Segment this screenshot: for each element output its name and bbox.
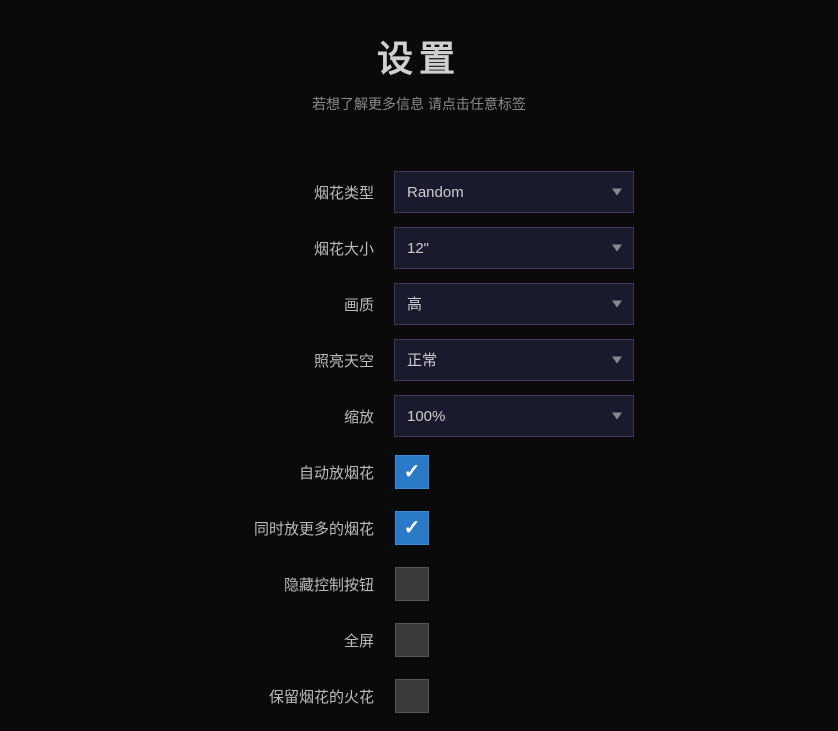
launch-more-checked-indicator bbox=[395, 511, 429, 545]
zoom-select[interactable]: 50% 75% 100% 125% 150% bbox=[394, 395, 634, 437]
firework-size-wrapper: 8" 10" 12" 14" 16" bbox=[394, 227, 634, 269]
hide-controls-control bbox=[394, 556, 644, 612]
zoom-label: 缩放 bbox=[194, 388, 394, 444]
firework-size-select[interactable]: 8" 10" 12" 14" 16" bbox=[394, 227, 634, 269]
launch-more-checkbox[interactable] bbox=[394, 510, 430, 546]
firework-type-select[interactable]: Random Standard Sparkle Ring Chrysanthem… bbox=[394, 171, 634, 213]
fullscreen-control bbox=[394, 612, 644, 668]
auto-launch-checked-indicator bbox=[395, 455, 429, 489]
firework-type-wrapper: Random Standard Sparkle Ring Chrysanthem… bbox=[394, 171, 634, 213]
fullscreen-unchecked-indicator bbox=[395, 623, 429, 657]
hide-controls-unchecked-indicator bbox=[395, 567, 429, 601]
settings-grid: 烟花类型 Random Standard Sparkle Ring Chrysa… bbox=[194, 164, 644, 724]
quality-control: 低 中 高 极高 bbox=[394, 276, 644, 332]
illuminate-sky-select[interactable]: 关 低 正常 高 bbox=[394, 339, 634, 381]
hide-controls-label: 隐藏控制按钮 bbox=[194, 556, 394, 612]
auto-launch-label: 自动放烟花 bbox=[194, 444, 394, 500]
illuminate-sky-control: 关 低 正常 高 bbox=[394, 332, 644, 388]
firework-type-label: 烟花类型 bbox=[194, 164, 394, 220]
keep-sparks-label: 保留烟花的火花 bbox=[194, 668, 394, 724]
page-title: 设置 bbox=[377, 30, 461, 82]
firework-size-control: 8" 10" 12" 14" 16" bbox=[394, 220, 644, 276]
auto-launch-control bbox=[394, 444, 644, 500]
launch-more-control bbox=[394, 500, 644, 556]
hide-controls-checkbox[interactable] bbox=[394, 566, 430, 602]
quality-wrapper: 低 中 高 极高 bbox=[394, 283, 634, 325]
quality-select[interactable]: 低 中 高 极高 bbox=[394, 283, 634, 325]
fullscreen-label: 全屏 bbox=[194, 612, 394, 668]
zoom-wrapper: 50% 75% 100% 125% 150% bbox=[394, 395, 634, 437]
zoom-control: 50% 75% 100% 125% 150% bbox=[394, 388, 644, 444]
firework-size-label: 烟花大小 bbox=[194, 220, 394, 276]
page-container: 设置 若想了解更多信息 请点击任意标签 烟花类型 Random Standard… bbox=[0, 0, 838, 731]
auto-launch-checkbox[interactable] bbox=[394, 454, 430, 490]
quality-label: 画质 bbox=[194, 276, 394, 332]
keep-sparks-unchecked-indicator bbox=[395, 679, 429, 713]
firework-type-control: Random Standard Sparkle Ring Chrysanthem… bbox=[394, 164, 644, 220]
keep-sparks-control bbox=[394, 668, 644, 724]
page-subtitle: 若想了解更多信息 请点击任意标签 bbox=[312, 94, 526, 114]
launch-more-label: 同时放更多的烟花 bbox=[194, 500, 394, 556]
illuminate-sky-label: 照亮天空 bbox=[194, 332, 394, 388]
keep-sparks-checkbox[interactable] bbox=[394, 678, 430, 714]
illuminate-sky-wrapper: 关 低 正常 高 bbox=[394, 339, 634, 381]
fullscreen-checkbox[interactable] bbox=[394, 622, 430, 658]
